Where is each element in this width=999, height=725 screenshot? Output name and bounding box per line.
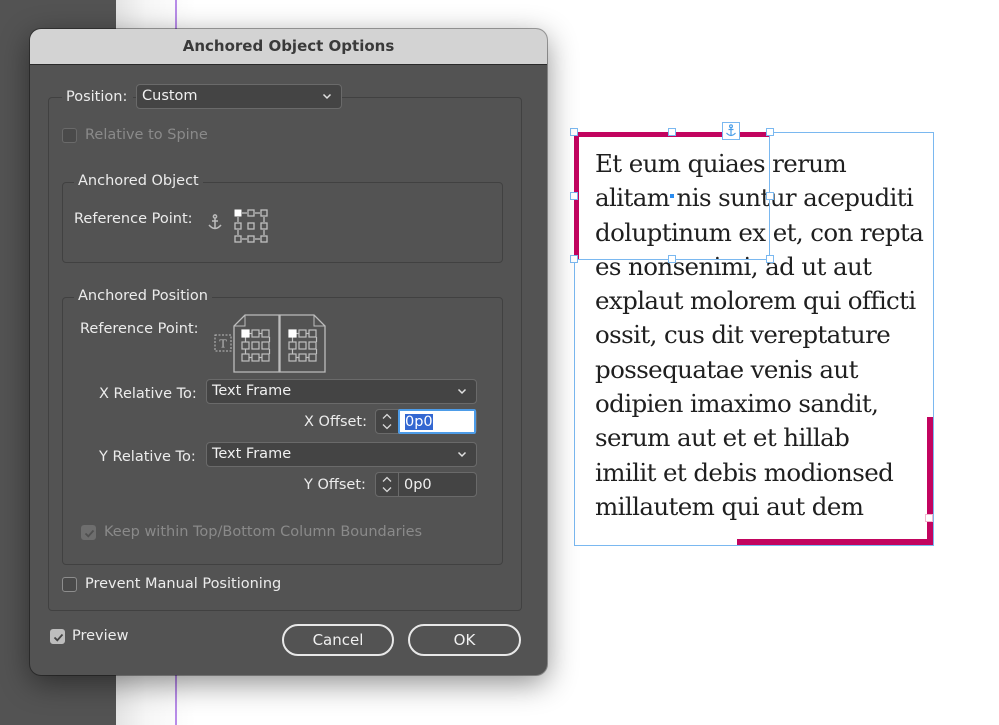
y-offset-field[interactable] — [375, 472, 477, 497]
anchored-object-legend: Anchored Object — [74, 173, 203, 189]
selection-handle-ml[interactable] — [570, 192, 578, 200]
x-offset-input[interactable] — [398, 409, 476, 434]
keep-within-checkbox[interactable] — [81, 525, 96, 540]
selection-handle-tl[interactable] — [570, 128, 578, 136]
text-line: serum aut et et hillab — [595, 423, 850, 453]
chevron-down-icon — [457, 388, 467, 395]
anchored-position-reference-label: Reference Point: — [80, 321, 199, 337]
relative-to-spine-checkbox[interactable] — [62, 128, 77, 143]
text-line: possequatae venis aut — [595, 354, 858, 384]
selection-handle-bm[interactable] — [668, 255, 676, 263]
x-relative-value: Text Frame — [212, 383, 292, 399]
text-line: es nonsenimi, ad ut aut — [595, 251, 872, 281]
text-line: explaut molorem qui officti — [595, 286, 916, 316]
preview-checkbox[interactable] — [50, 629, 65, 644]
frame-stroke-bottom — [737, 539, 933, 545]
relative-to-spine-label: Relative to Spine — [85, 127, 208, 143]
position-legend: Position: — [62, 85, 134, 113]
text-line: imilit et debis modionsed — [595, 457, 894, 487]
y-relative-label: Y Relative To: — [99, 449, 196, 465]
x-offset-label: X Offset: — [304, 414, 367, 430]
x-offset-stepper[interactable] — [376, 410, 399, 433]
anchored-position-legend: Anchored Position — [74, 288, 212, 304]
chevron-down-icon — [322, 93, 332, 100]
y-relative-value: Text Frame — [212, 446, 292, 462]
text-frame-border-left — [574, 259, 575, 546]
center-point — [670, 194, 674, 198]
checkmark-icon — [53, 633, 64, 642]
x-offset-field[interactable] — [375, 409, 477, 434]
x-relative-label: X Relative To: — [99, 386, 197, 402]
dialog-titlebar[interactable]: Anchored Object Options — [30, 29, 547, 65]
text-line: alitam nis suntur acepuditi — [595, 183, 914, 213]
position-value: Custom — [142, 88, 198, 104]
y-relative-dropdown[interactable]: Text Frame — [206, 442, 477, 467]
text-frame-border-top — [769, 132, 934, 133]
preview-label: Preview — [72, 628, 129, 644]
body-text[interactable]: Et eum quiaes rerum alitam nis suntur ac… — [595, 147, 935, 524]
selection-handle-mr[interactable] — [766, 192, 774, 200]
chevron-down-icon — [457, 451, 467, 458]
position-label: Position: — [66, 89, 128, 105]
anchor-icon — [208, 214, 222, 230]
prevent-manual-positioning-label: Prevent Manual Positioning — [85, 576, 282, 592]
y-offset-stepper[interactable] — [376, 473, 399, 496]
svg-text:T: T — [219, 338, 227, 351]
anchor-marker-icon[interactable] — [722, 122, 740, 140]
text-line: Et eum quiaes rerum — [595, 149, 847, 178]
cancel-button[interactable]: Cancel — [282, 624, 394, 656]
selection-handle-br[interactable] — [766, 255, 774, 263]
selection-handle-tr[interactable] — [766, 128, 774, 136]
y-offset-input[interactable] — [399, 473, 475, 496]
text-frame-icon: T — [214, 334, 232, 352]
x-relative-dropdown[interactable]: Text Frame — [206, 379, 477, 404]
text-line: ossit, cus dit vereptature — [595, 320, 891, 350]
stepper-arrows-icon — [382, 476, 392, 493]
dialog-title: Anchored Object Options — [182, 37, 395, 55]
text-line: odipien imaximo sandit, — [595, 389, 879, 419]
anchored-position-reference-point-spread[interactable] — [233, 314, 326, 373]
selection-handle-bl[interactable] — [570, 255, 578, 263]
keep-within-label: Keep within Top/Bottom Column Boundaries — [104, 524, 423, 540]
text-line: doluptinum ex et, con repta — [595, 217, 924, 247]
selected-reference-point — [234, 209, 242, 217]
text-frame-border-bottom — [574, 545, 934, 546]
prevent-manual-positioning-checkbox[interactable] — [62, 577, 77, 592]
position-dropdown[interactable]: Custom — [136, 84, 342, 109]
selection-handle-tm[interactable] — [668, 128, 676, 136]
stepper-arrows-icon — [382, 413, 392, 430]
anchored-object-options-dialog: Anchored Object Options Position: Custom… — [30, 29, 547, 675]
anchored-object-reference-point-grid[interactable] — [234, 209, 268, 243]
anchored-object-reference-label: Reference Point: — [74, 211, 193, 227]
ok-button[interactable]: OK — [408, 624, 521, 656]
checkmark-icon — [84, 529, 95, 538]
y-offset-label: Y Offset: — [304, 477, 366, 493]
text-line: millautem qui aut dem — [595, 491, 864, 521]
